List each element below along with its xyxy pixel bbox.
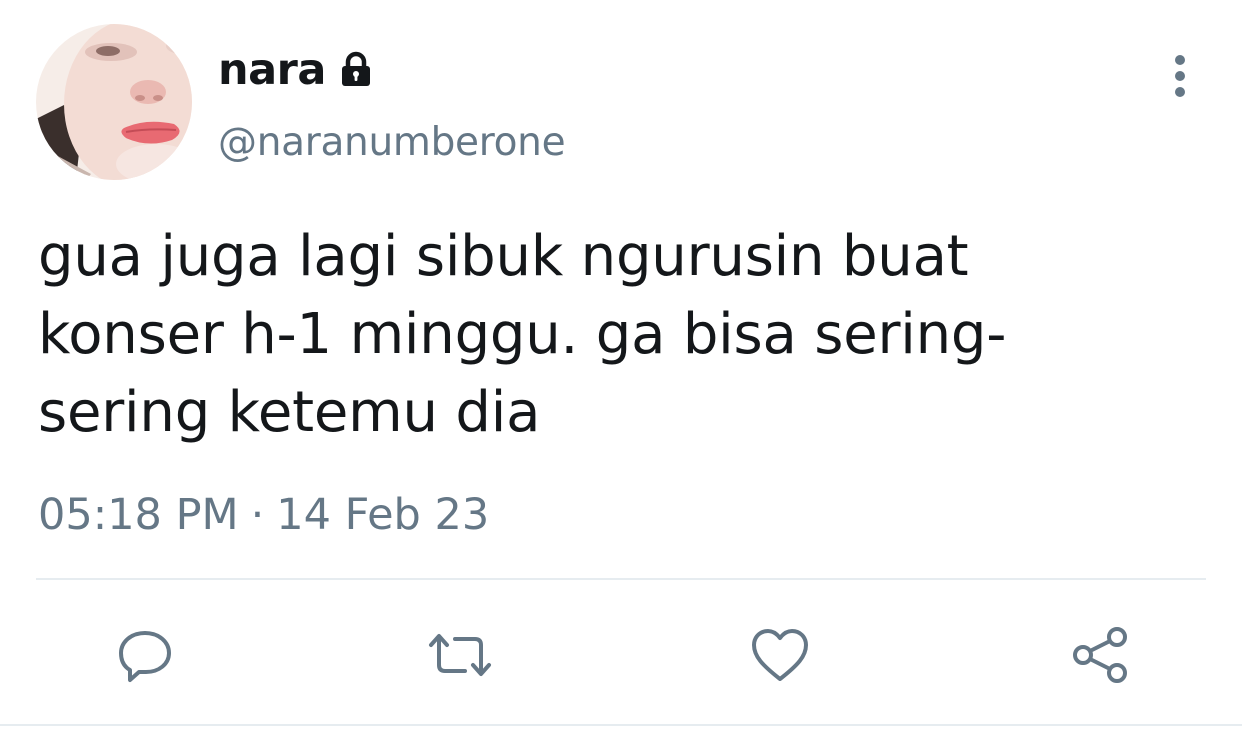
lock-icon — [336, 50, 376, 90]
like-button[interactable] — [745, 620, 815, 690]
user-handle[interactable]: @naranumberone — [218, 120, 566, 165]
tweet-text: gua juga lagi sibuk ngurusin buat konser… — [38, 218, 1138, 452]
reply-icon — [119, 631, 171, 682]
share-button[interactable] — [1066, 620, 1136, 690]
timestamp-separator: · — [250, 490, 265, 540]
tweet-date: 14 Feb 23 — [276, 490, 490, 540]
more-vertical-icon[interactable] — [1160, 52, 1200, 100]
reply-button[interactable] — [110, 620, 180, 690]
tweet-time: 05:18 PM — [38, 490, 239, 540]
avatar-image — [36, 24, 192, 180]
share-icon — [1073, 627, 1127, 683]
bottom-divider — [0, 724, 1242, 726]
retweet-button[interactable] — [425, 620, 495, 690]
tweet-text-line: sering ketemu dia — [38, 380, 541, 445]
heart-icon — [752, 629, 808, 681]
retweet-icon — [429, 634, 491, 676]
display-name-row: nara — [218, 42, 376, 98]
avatar[interactable] — [36, 24, 192, 180]
tweet-timestamp[interactable]: 05:18 PM · 14 Feb 23 — [38, 490, 489, 540]
divider — [36, 578, 1206, 580]
tweet-text-line: gua juga lagi sibuk ngurusin buat — [38, 224, 969, 289]
tweet-text-line: konser h-1 minggu. ga bisa sering- — [38, 302, 1007, 367]
display-name[interactable]: nara — [218, 45, 326, 95]
